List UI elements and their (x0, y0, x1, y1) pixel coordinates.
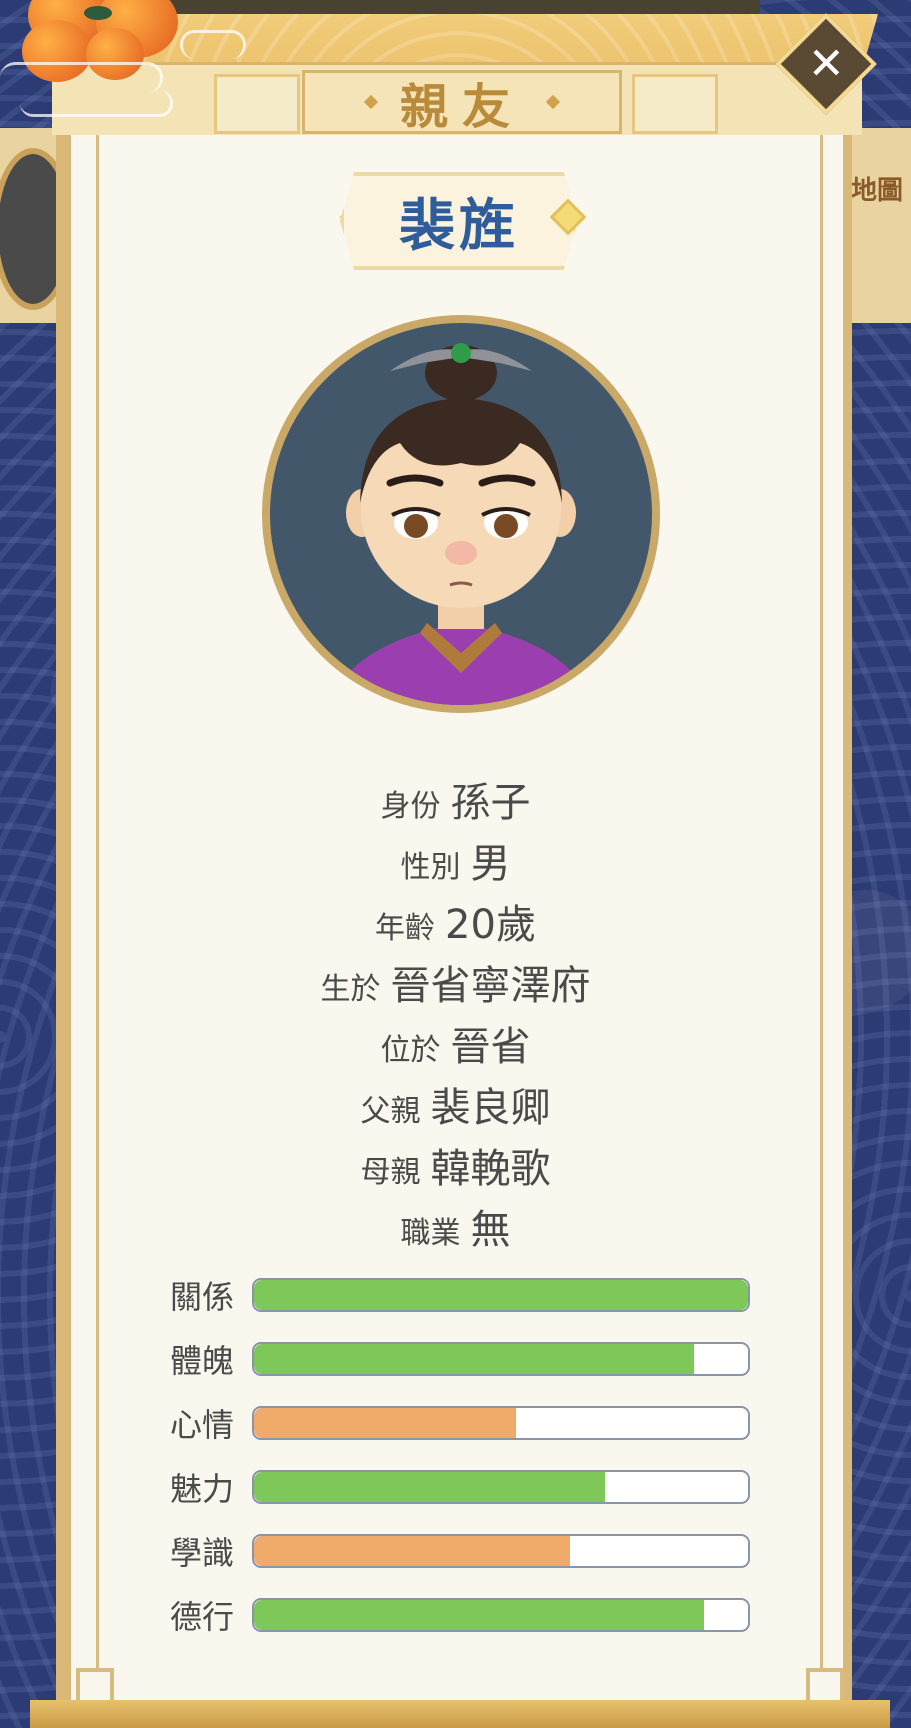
info-row-mother: 母親 韓輓歌 (0, 1136, 911, 1197)
info-value: 晉省 (450, 1024, 531, 1070)
info-value: 孫子 (450, 780, 531, 826)
info-value: 韓輓歌 (430, 1146, 551, 1192)
stat-bar-fill (253, 1280, 748, 1310)
close-icon: ✕ (807, 38, 845, 89)
info-label: 年齡 (375, 911, 436, 946)
info-row-age: 年齡 20歲 (0, 892, 911, 953)
info-value: 20歲 (445, 902, 536, 948)
info-row-location: 位於 晉省 (0, 1014, 911, 1075)
stat-bar-track (251, 1598, 750, 1632)
title-side-plate-right (632, 74, 718, 134)
character-name: 裴旌 (399, 193, 519, 259)
info-label: 位於 (380, 1033, 441, 1068)
stat-bar-track (251, 1534, 750, 1568)
stat-bar-fill (253, 1472, 605, 1502)
stat-bar-track (251, 1342, 750, 1376)
info-label: 生於 (320, 972, 381, 1007)
info-label: 父親 (360, 1094, 421, 1129)
title-diamond-right (545, 94, 561, 110)
dialog-title-plate: 親友 (302, 70, 622, 135)
info-value: 無 (470, 1207, 511, 1253)
background-map-label: 地圖 (851, 176, 904, 206)
stat-bars: 關係 體魄 心情 魅力 學識 德行 (170, 1263, 750, 1647)
stat-row-knowledge: 學識 (170, 1519, 750, 1583)
info-label: 性別 (400, 850, 461, 885)
stat-bar-fill (253, 1408, 516, 1438)
stat-label: 德行 (170, 1598, 235, 1636)
stat-label: 關係 (170, 1278, 235, 1316)
stat-bar-fill (253, 1344, 694, 1374)
info-row-occupation: 職業 無 (0, 1197, 911, 1258)
info-value: 男 (470, 841, 511, 887)
scroll-bottom-rod (30, 1700, 890, 1728)
info-value: 裴良卿 (430, 1085, 551, 1131)
stat-row-virtue: 德行 (170, 1583, 750, 1647)
info-row-father: 父親 裴良卿 (0, 1075, 911, 1136)
stat-bar-fill (253, 1600, 704, 1630)
dialog-title: 親友 (399, 79, 524, 135)
stat-row-charm: 魅力 (170, 1455, 750, 1519)
stat-label: 學識 (170, 1534, 235, 1572)
character-name-plate: 裴旌 (340, 172, 578, 270)
stat-bar-fill (253, 1536, 571, 1566)
character-portrait (270, 323, 652, 705)
stat-label: 體魄 (170, 1342, 235, 1380)
stat-row-mood: 心情 (170, 1391, 750, 1455)
title-diamond-left (363, 94, 379, 110)
stat-row-relationship: 關係 (170, 1263, 750, 1327)
info-row-identity: 身份 孫子 (0, 770, 911, 831)
info-row-gender: 性別 男 (0, 831, 911, 892)
stat-label: 心情 (170, 1406, 235, 1444)
info-label: 母親 (360, 1155, 421, 1190)
stat-bar-track (251, 1278, 750, 1312)
character-portrait-art (330, 343, 592, 705)
stat-label: 魅力 (170, 1470, 235, 1508)
stat-bar-track (251, 1470, 750, 1504)
info-value: 晉省寧澤府 (390, 963, 591, 1009)
info-label: 身份 (380, 789, 441, 824)
stat-bar-track (251, 1406, 750, 1440)
title-side-plate-left (214, 74, 300, 134)
info-row-birthplace: 生於 晉省寧澤府 (0, 953, 911, 1014)
character-info-list: 身份 孫子 性別 男 年齡 20歲 生於 晉省寧澤府 位於 晉省 父親 裴良卿 … (0, 770, 911, 1258)
info-label: 職業 (400, 1216, 461, 1251)
stat-row-physique: 體魄 (170, 1327, 750, 1391)
